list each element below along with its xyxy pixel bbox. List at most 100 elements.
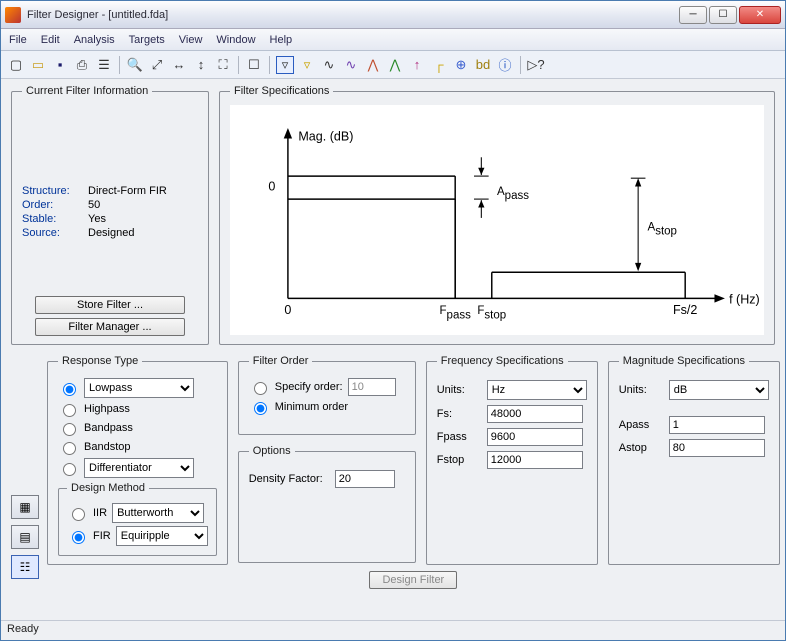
store-filter-button[interactable]: Store Filter ...	[35, 296, 185, 314]
iir-radio[interactable]	[72, 508, 85, 521]
step-icon[interactable]: ↑	[408, 56, 426, 74]
design-filter-button[interactable]: Design Filter	[369, 571, 457, 589]
open-icon[interactable]: ▭	[29, 56, 47, 74]
fs-label: Fs:	[437, 408, 481, 420]
print-preview-icon[interactable]: ☰	[95, 56, 113, 74]
zoom-full-icon[interactable]: ⛶	[214, 56, 232, 74]
astop-input[interactable]	[669, 439, 765, 457]
fir-radio[interactable]	[72, 531, 85, 544]
mag-response-icon[interactable]: ▿	[276, 56, 294, 74]
magphase-icon[interactable]: ∿	[320, 56, 338, 74]
freq-units-label: Units:	[437, 384, 481, 396]
titlebar: Filter Designer - [untitled.fda] ─ ☐ ✕	[1, 1, 785, 29]
impulse-icon[interactable]: ⋀	[386, 56, 404, 74]
svg-text:Astop: Astop	[648, 221, 677, 237]
menu-view[interactable]: View	[179, 34, 203, 46]
coeffs-icon[interactable]: ⊕	[452, 56, 470, 74]
menu-window[interactable]: Window	[216, 34, 255, 46]
phase-icon[interactable]: ▿	[298, 56, 316, 74]
window-title: Filter Designer - [untitled.fda]	[27, 9, 679, 21]
save-icon[interactable]: ▪	[51, 56, 69, 74]
design-method-legend: Design Method	[67, 482, 149, 494]
density-input[interactable]	[335, 470, 395, 488]
toolbar: ▢ ▭ ▪ ⎙ ☰ 🔍 ⤢ ↔ ↕ ⛶ ☐ ▿ ▿ ∿ ∿ ⋀ ⋀ ↑ ┌ ⊕ …	[1, 51, 785, 79]
sidebar-tab-3[interactable]: ☷	[11, 555, 39, 579]
iir-label: IIR	[93, 507, 107, 519]
minimum-order-radio[interactable]	[254, 402, 267, 415]
diff-select[interactable]: Differentiator	[84, 458, 194, 478]
fir-label: FIR	[93, 530, 111, 542]
lowpass-select[interactable]: Lowpass	[84, 378, 194, 398]
sidebar-tab-2[interactable]: ▤	[11, 525, 39, 549]
bandpass-radio[interactable]	[63, 423, 76, 436]
page-icon[interactable]: ☐	[245, 56, 263, 74]
fs-input[interactable]	[487, 405, 583, 423]
svg-text:Fs/2: Fs/2	[673, 303, 697, 317]
apass-label: Apass	[619, 419, 663, 431]
highpass-radio[interactable]	[63, 404, 76, 417]
mag-units-select[interactable]: dB	[669, 380, 769, 400]
specify-order-label: Specify order:	[275, 381, 343, 393]
pole-zero-icon[interactable]: ┌	[430, 56, 448, 74]
filter-spec-legend: Filter Specifications	[230, 85, 333, 97]
bandstop-radio[interactable]	[63, 442, 76, 455]
phase-delay-icon[interactable]: ⋀	[364, 56, 382, 74]
new-icon[interactable]: ▢	[7, 56, 25, 74]
filter-order-legend: Filter Order	[249, 355, 313, 367]
source-label: Source:	[22, 227, 82, 239]
mag-units-label: Units:	[619, 384, 663, 396]
zoom-x-icon[interactable]: ↔	[170, 56, 188, 74]
lowpass-radio[interactable]	[63, 383, 76, 396]
svg-text:Apass: Apass	[497, 186, 529, 202]
specify-order-radio[interactable]	[254, 382, 267, 395]
close-button[interactable]: ✕	[739, 6, 781, 24]
structure-label: Structure:	[22, 185, 82, 197]
menu-help[interactable]: Help	[270, 34, 293, 46]
menu-analysis[interactable]: Analysis	[74, 34, 115, 46]
bandstop-label: Bandstop	[84, 441, 130, 453]
mag-spec-legend: Magnitude Specifications	[619, 355, 749, 367]
source-value: Designed	[88, 227, 198, 239]
apass-input[interactable]	[669, 416, 765, 434]
xlabel: f (Hz)	[729, 293, 760, 307]
specify-order-input[interactable]	[348, 378, 396, 396]
whatsthis-icon[interactable]: ▷?	[527, 56, 545, 74]
order-value: 50	[88, 199, 198, 211]
options-legend: Options	[249, 445, 295, 457]
density-label: Density Factor:	[249, 473, 329, 485]
group-delay-icon[interactable]: ∿	[342, 56, 360, 74]
menu-edit[interactable]: Edit	[41, 34, 60, 46]
zoom-in-icon[interactable]: 🔍	[126, 56, 144, 74]
structure-value: Direct-Form FIR	[88, 185, 198, 197]
print-icon[interactable]: ⎙	[73, 56, 91, 74]
freq-spec-panel: Frequency Specifications Units:Hz Fs: Fp…	[426, 355, 598, 565]
status-bar: Ready	[1, 620, 785, 640]
options-panel: Options Density Factor:	[238, 445, 416, 563]
order-label: Order:	[22, 199, 82, 211]
fpass-label: Fpass	[437, 431, 481, 443]
spec-plot: Mag. (dB) 0 f (Hz)	[230, 105, 764, 335]
sidebar-tab-1[interactable]: ▦	[11, 495, 39, 519]
freq-units-select[interactable]: Hz	[487, 380, 587, 400]
diff-radio[interactable]	[63, 463, 76, 476]
maximize-button[interactable]: ☐	[709, 6, 737, 24]
fstop-input[interactable]	[487, 451, 583, 469]
round-icon[interactable]: ⓘ	[496, 56, 514, 74]
filter-manager-button[interactable]: Filter Manager ...	[35, 318, 185, 336]
current-filter-legend: Current Filter Information	[22, 85, 152, 97]
status-text: Ready	[7, 623, 39, 635]
bandpass-label: Bandpass	[84, 422, 133, 434]
astop-label: Astop	[619, 442, 663, 454]
zoom-y-icon[interactable]: ↕	[192, 56, 210, 74]
menu-file[interactable]: File	[9, 34, 27, 46]
fpass-input[interactable]	[487, 428, 583, 446]
menu-targets[interactable]: Targets	[129, 34, 165, 46]
current-filter-info: Current Filter Information Structure: Di…	[11, 85, 209, 345]
fir-select[interactable]: Equiripple	[116, 526, 208, 546]
minimize-button[interactable]: ─	[679, 6, 707, 24]
zoom-out-icon[interactable]: ⤢	[148, 56, 166, 74]
response-type-legend: Response Type	[58, 355, 142, 367]
svg-text:Fpass: Fpass	[440, 305, 472, 321]
iir-select[interactable]: Butterworth	[112, 503, 204, 523]
info-icon[interactable]: bd	[474, 56, 492, 74]
